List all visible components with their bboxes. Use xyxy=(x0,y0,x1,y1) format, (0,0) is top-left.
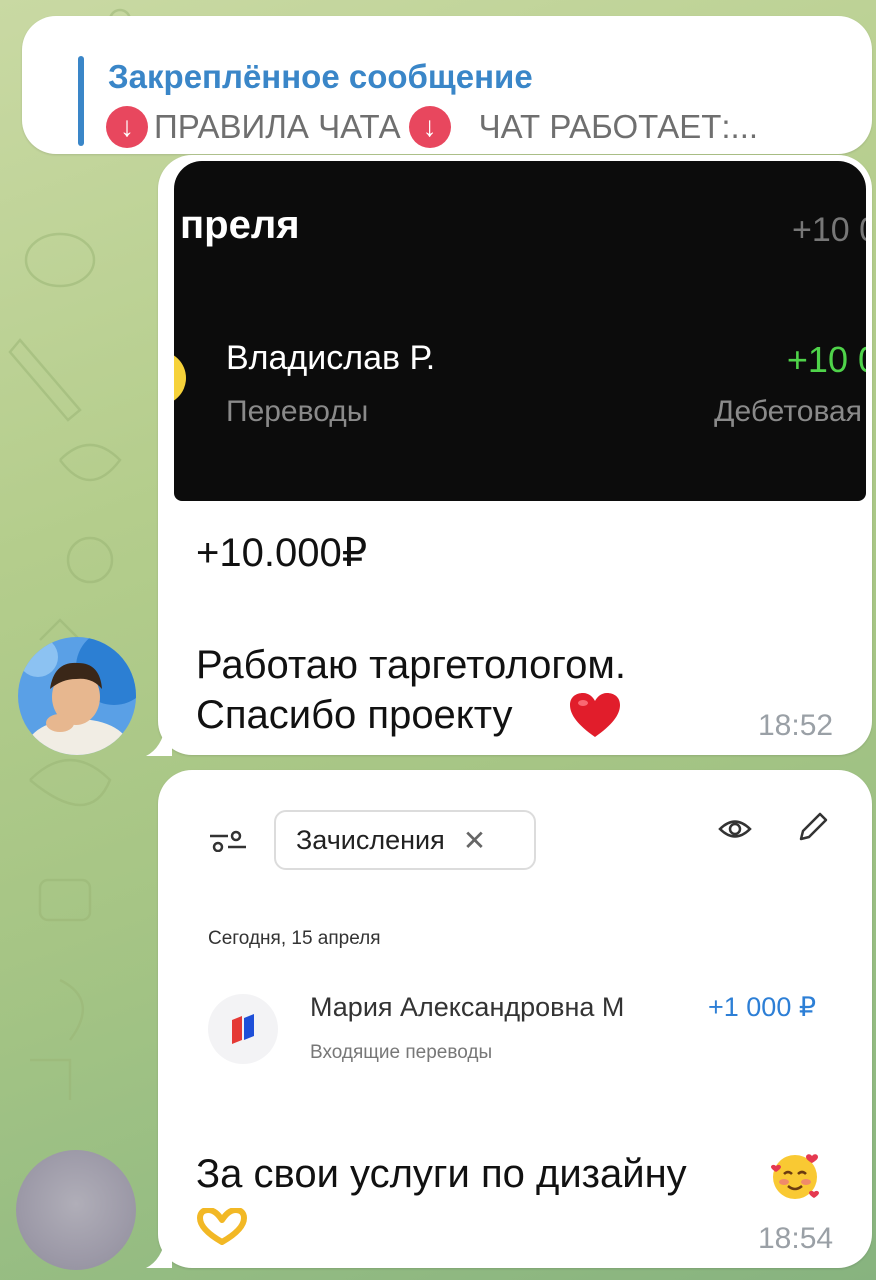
pinned-message-banner[interactable]: Закреплённое сообщение ↓ ПРАВИЛА ЧАТА ↓ … xyxy=(22,16,872,154)
user-photo xyxy=(18,637,136,755)
message-time: 18:54 xyxy=(758,1222,834,1255)
pencil-icon[interactable] xyxy=(796,810,830,844)
screenshot-month: преля xyxy=(180,203,300,247)
message-time: 18:52 xyxy=(758,709,834,742)
heart-hands-emoji-icon xyxy=(197,1208,247,1245)
bank-logo-icon xyxy=(174,351,186,405)
payment-amount: +1 000 ₽ xyxy=(708,992,817,1022)
arrow-down-icon: ↓ xyxy=(408,106,451,148)
screenshot-card: Дебетовая xyxy=(714,395,862,428)
pinned-title: Закреплённое сообщение xyxy=(108,58,533,95)
filter-chip[interactable]: Зачисления ✕ xyxy=(274,810,536,870)
screenshot-category: Переводы xyxy=(226,395,369,428)
message-bubble[interactable]: преля +10 0 Владислав Р. +10 0 Переводы … xyxy=(158,155,872,755)
pinned-preview-text-1: ПРАВИЛА ЧАТА xyxy=(154,108,401,145)
message-text-line: +10.000₽ xyxy=(196,531,368,575)
screenshot-amount: +10 0 xyxy=(786,339,866,380)
payer-name: Мария Александровна М xyxy=(310,992,625,1022)
pinned-accent-bar xyxy=(78,56,84,146)
bubble-tail xyxy=(146,724,172,756)
message-text-line: Спасибо проекту xyxy=(196,693,513,737)
eye-icon[interactable] xyxy=(718,812,752,846)
message-text-line: Работаю таргетологом. xyxy=(196,643,626,687)
filter-chip-label: Зачисления xyxy=(296,824,445,855)
avatar[interactable] xyxy=(18,637,136,755)
smiling-hearts-emoji-icon xyxy=(771,1154,819,1199)
bubble-tail xyxy=(146,1236,172,1268)
message-text-line: За свои услуги по дизайну xyxy=(196,1152,687,1196)
pinned-preview-text-2: ЧАТ РАБОТАЕТ:... xyxy=(478,108,759,145)
avatar[interactable] xyxy=(16,1150,136,1270)
message-bubble[interactable]: Зачисления ✕ Сегодня, 15 апреля Мария Ал… xyxy=(158,770,872,1268)
bank-screenshot-image[interactable]: преля +10 0 Владислав Р. +10 0 Переводы … xyxy=(174,161,866,501)
heart-emoji-icon xyxy=(570,693,620,737)
close-icon[interactable]: ✕ xyxy=(463,824,486,857)
screenshot-total-amount: +10 0 xyxy=(791,211,866,249)
screenshot-sender-name: Владислав Р. xyxy=(226,339,436,377)
transactions-date: Сегодня, 15 апреля xyxy=(208,928,381,949)
arrow-down-icon: ↓ xyxy=(106,106,148,148)
payment-category: Входящие переводы xyxy=(310,1042,493,1063)
bank-logo-icon xyxy=(208,994,278,1064)
pinned-preview: ↓ ПРАВИЛА ЧАТА ↓ ЧАТ РАБОТАЕТ:... xyxy=(106,104,866,150)
filter-icon[interactable] xyxy=(208,830,248,852)
